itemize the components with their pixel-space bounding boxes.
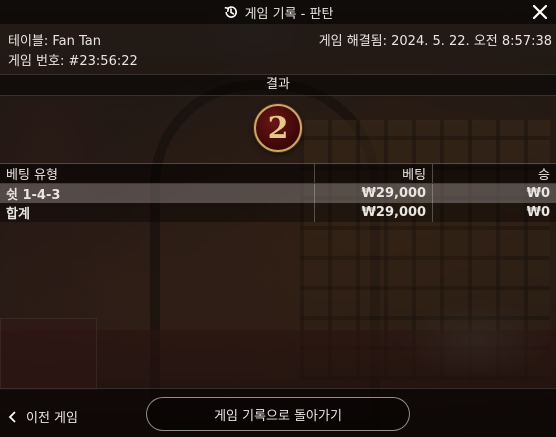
- table-row: 쉿 1-4-3 ₩29,000 ₩0: [0, 183, 556, 203]
- result-ball: 2: [254, 104, 302, 152]
- column-header-win: 승: [432, 163, 556, 184]
- close-icon[interactable]: [530, 2, 550, 22]
- page-title: 게임 기록 - 판탄: [244, 6, 334, 22]
- history-icon: [224, 6, 237, 18]
- info-row-bottom: 게임 번호: #23:56:22: [8, 50, 552, 69]
- bets-table: 베팅 유형 베팅 승 쉿 1-4-3 ₩29,000 ₩0 합계 ₩29,000…: [0, 163, 556, 222]
- total-win-cell: ₩0: [432, 203, 556, 222]
- game-history-window: 게임 기록 - 판탄 테이블: Fan Tan 게임 해결됨: 2024. 5.…: [0, 0, 556, 437]
- header-title-group: 게임 기록 - 판탄: [223, 3, 334, 22]
- game-number: 게임 번호: #23:56:22: [8, 54, 138, 69]
- win-amount-cell: ₩0: [432, 183, 556, 203]
- result-heading: 결과: [0, 74, 556, 96]
- table-header-row: 베팅 유형 베팅 승: [0, 163, 556, 184]
- table-name: 테이블: Fan Tan: [8, 34, 102, 49]
- column-header-bet: 베팅: [314, 163, 433, 184]
- bet-amount-cell: ₩29,000: [314, 183, 433, 203]
- chevron-left-icon: [8, 410, 16, 423]
- resolved-time: 게임 해결됨: 2024. 5. 22. 오전 8:57:38: [318, 34, 552, 49]
- table-total-row: 합계 ₩29,000 ₩0: [0, 203, 556, 222]
- previous-game-button[interactable]: 이전 게임: [8, 407, 78, 426]
- back-to-history-button[interactable]: 게임 기록으로 돌아가기: [146, 397, 410, 431]
- info-row-top: 테이블: Fan Tan 게임 해결됨: 2024. 5. 22. 오전 8:5…: [8, 30, 552, 49]
- footer-bar: 이전 게임 게임 기록으로 돌아가기: [0, 388, 556, 437]
- total-bet-cell: ₩29,000: [314, 203, 433, 222]
- bet-type-cell: 쉿 1-4-3: [6, 188, 61, 203]
- header-bar: 게임 기록 - 판탄: [0, 0, 556, 24]
- column-header-bet-type: 베팅 유형: [0, 163, 315, 184]
- previous-game-label: 이전 게임: [26, 411, 78, 426]
- back-to-history-label: 게임 기록으로 돌아가기: [214, 408, 342, 424]
- total-label: 합계: [6, 207, 30, 222]
